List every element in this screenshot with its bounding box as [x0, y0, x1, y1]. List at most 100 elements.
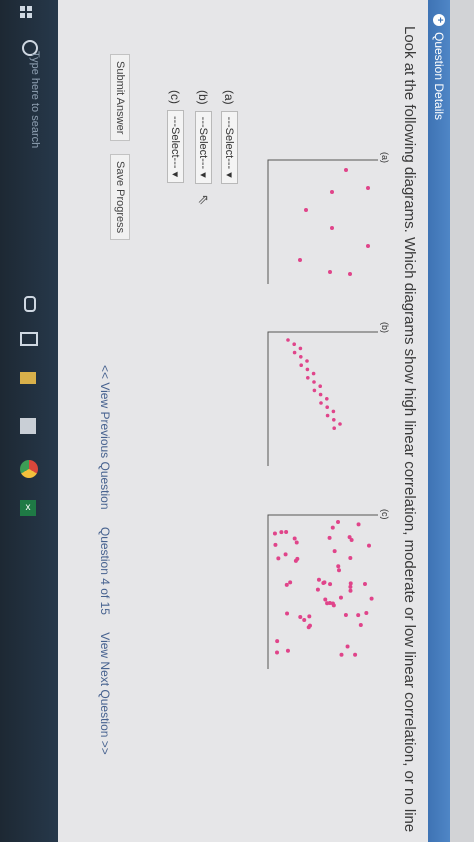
diagram-a-point — [366, 186, 370, 190]
diagram-b-point — [332, 426, 336, 430]
diagram-c-point — [307, 614, 312, 619]
diagram-c-point — [330, 525, 335, 530]
diagram-b-plot — [267, 331, 378, 466]
answer-a-select-value: ---Select--- — [223, 116, 235, 170]
submit-answer-button[interactable]: Submit Answer — [110, 54, 130, 142]
question-prompt: Look at the following diagrams. Which di… — [401, 26, 418, 833]
file-explorer-icon[interactable] — [20, 372, 36, 384]
answer-b-select-value: ---Select--- — [197, 116, 209, 170]
chevron-down-icon: ▾ — [197, 172, 209, 178]
diagram-c-point — [315, 587, 320, 592]
diagram-b-point — [324, 397, 329, 401]
diagram-c-point — [307, 623, 312, 628]
diagram-c-point — [294, 540, 299, 545]
answer-c-select[interactable]: ---Select--- ▾ — [167, 110, 184, 184]
chrome-icon[interactable] — [20, 460, 38, 478]
diagram-b-point — [299, 363, 303, 368]
microphone-icon[interactable] — [24, 296, 36, 312]
answer-row-b: (b) ---Select--- ▾ ⇖ — [195, 90, 212, 206]
answer-b-select[interactable]: ---Select--- ▾ — [195, 110, 212, 184]
diagram-c-point — [316, 577, 321, 582]
diagram-c-point — [285, 611, 290, 616]
diagram-b-point — [306, 376, 310, 380]
view-previous-question-link[interactable]: << View Previous Question — [98, 365, 112, 510]
diagram-c-point — [322, 580, 327, 585]
diagram-c-point — [279, 530, 284, 535]
plus-circle-icon: + — [433, 14, 445, 26]
diagram-a-point — [328, 270, 332, 274]
diagram-b-point — [299, 355, 303, 359]
diagram-c-point — [332, 549, 337, 554]
diagram-b-point — [318, 384, 322, 388]
diagram-b-point — [298, 346, 303, 351]
save-progress-button[interactable]: Save Progress — [110, 154, 130, 241]
diagram-b-point — [305, 367, 310, 372]
diagram-c-point — [348, 555, 353, 560]
diagram-c-point — [283, 552, 288, 557]
diagram-b-point — [292, 342, 296, 347]
diagram-c-point — [345, 644, 350, 649]
browser-top-strip — [450, 0, 474, 842]
question-navigation: << View Previous Question Question 4 of … — [98, 365, 112, 769]
diagram-c-point — [364, 611, 369, 616]
diagram-a-point — [298, 258, 302, 262]
diagram-c-point — [298, 615, 303, 620]
answer-c-select-value: ---Select--- — [169, 116, 181, 169]
diagram-c-point — [272, 531, 277, 536]
diagram-c-point — [292, 536, 297, 541]
diagram-a-point — [330, 226, 334, 230]
diagram-c-point — [336, 568, 341, 573]
diagram-c-point — [356, 522, 361, 527]
diagram-c-point — [366, 543, 371, 548]
diagram-c-point — [284, 582, 289, 587]
diagram-c-point — [288, 580, 293, 585]
diagram-b-point — [312, 380, 316, 384]
diagram-c-point — [331, 603, 336, 608]
diagram-a-point — [366, 244, 370, 248]
taskbar-search-input[interactable]: Type here to search — [29, 51, 41, 161]
diagram-a: (a) — [260, 150, 390, 290]
diagram-c-point — [362, 582, 367, 587]
diagram-b-point — [311, 371, 316, 376]
diagram-b-point — [331, 418, 336, 422]
diagram-b-point — [318, 392, 323, 397]
task-view-icon[interactable] — [20, 332, 38, 346]
question-details-bar[interactable]: + Question Details — [428, 0, 450, 842]
diagram-c-point — [323, 597, 328, 602]
diagram-c-point — [276, 556, 281, 561]
diagram-c-point — [295, 556, 300, 561]
diagram-c-point — [349, 538, 354, 543]
diagram-c-point — [343, 613, 348, 618]
excel-icon[interactable]: x — [20, 500, 36, 516]
diagram-b-point — [338, 422, 342, 426]
diagram-c-point — [275, 639, 280, 644]
diagram-b-point — [312, 388, 317, 393]
answer-a-select[interactable]: ---Select--- ▾ — [221, 110, 238, 184]
diagram-c-point — [273, 542, 278, 547]
diagram-b-point — [325, 413, 330, 418]
diagram-c-point — [353, 652, 358, 657]
diagram-c-point — [336, 519, 341, 524]
mouse-cursor-icon: ⇖ — [196, 193, 212, 206]
diagram-a-point — [330, 190, 334, 194]
answer-row-a: (a) ---Select--- ▾ — [221, 90, 238, 184]
store-icon[interactable] — [20, 418, 36, 434]
windows-start-icon[interactable] — [20, 6, 32, 18]
diagram-b-point — [305, 359, 309, 363]
view-next-question-link[interactable]: View Next Question >> — [98, 632, 112, 755]
taskbar: Type here to search x — [0, 0, 58, 842]
answer-row-c: (c) ---Select--- ▾ — [167, 90, 184, 184]
answer-b-label: (b) — [196, 90, 211, 105]
diagram-a-plot — [267, 159, 378, 284]
question-details-title: Question Details — [432, 32, 446, 121]
diagram-c-point — [356, 613, 361, 618]
diagram-c-point — [348, 588, 353, 593]
question-position: Question 4 of 15 — [98, 526, 112, 615]
diagram-c-point — [285, 648, 290, 653]
diagram-c-point — [339, 652, 344, 657]
diagram-c-point — [275, 650, 280, 655]
diagram-b-point — [292, 350, 297, 355]
question-page: + Question Details Look at the following… — [58, 0, 474, 842]
diagram-b-point — [286, 338, 290, 342]
diagram-c-point — [358, 623, 363, 628]
